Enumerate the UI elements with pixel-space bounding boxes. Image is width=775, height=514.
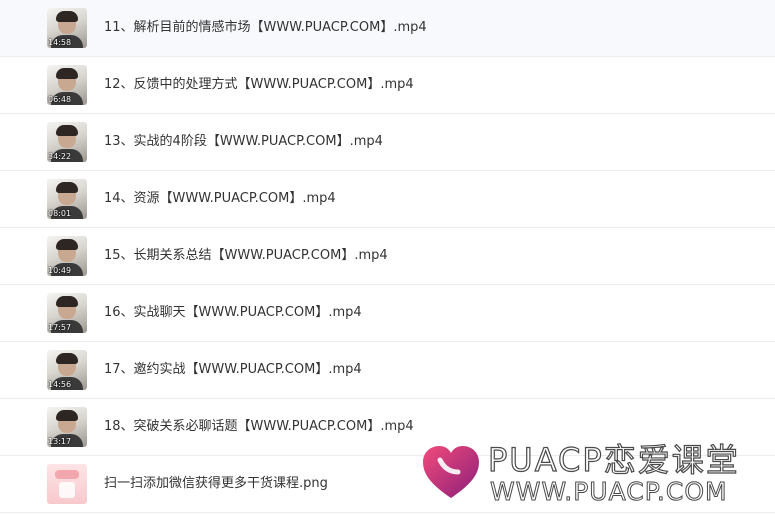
heart-logo-icon: [423, 446, 479, 498]
video-thumbnail[interactable]: 17:57: [47, 293, 87, 333]
file-name[interactable]: 14、资源【WWW.PUACP.COM】.mp4: [104, 190, 336, 208]
file-row[interactable]: 34:22 13、实战的4阶段【WWW.PUACP.COM】.mp4: [0, 114, 775, 171]
file-name[interactable]: 12、反馈中的处理方式【WWW.PUACP.COM】.mp4: [104, 76, 414, 94]
video-thumbnail[interactable]: 34:22: [47, 122, 87, 162]
duration-label: 14:58: [48, 38, 72, 47]
file-name[interactable]: 扫一扫添加微信获得更多干货课程.png: [104, 475, 328, 493]
video-thumbnail[interactable]: 13:17: [47, 407, 87, 447]
video-thumbnail[interactable]: 10:49: [47, 236, 87, 276]
file-name[interactable]: 16、实战聊天【WWW.PUACP.COM】.mp4: [104, 304, 362, 322]
video-thumbnail[interactable]: 06:48: [47, 65, 87, 105]
duration-label: 13:17: [48, 437, 72, 446]
duration-label: 06:48: [48, 95, 72, 104]
file-row[interactable]: 10:49 15、长期关系总结【WWW.PUACP.COM】.mp4: [0, 228, 775, 285]
video-thumbnail[interactable]: 14:56: [47, 350, 87, 390]
duration-label: 08:01: [48, 209, 72, 218]
watermark-title: PUACP恋爱课堂: [487, 441, 740, 479]
file-row[interactable]: 08:01 14、资源【WWW.PUACP.COM】.mp4: [0, 171, 775, 228]
watermark: PUACP恋爱课堂 WWW.PUACP.COM: [420, 441, 765, 508]
video-thumbnail[interactable]: 14:58: [47, 8, 87, 48]
file-name[interactable]: 15、长期关系总结【WWW.PUACP.COM】.mp4: [104, 247, 388, 265]
video-thumbnail[interactable]: 08:01: [47, 179, 87, 219]
image-thumbnail[interactable]: [47, 464, 87, 504]
duration-label: 10:49: [48, 266, 72, 275]
duration-label: 17:57: [48, 323, 72, 332]
file-row[interactable]: 14:56 17、邀约实战【WWW.PUACP.COM】.mp4: [0, 342, 775, 399]
file-list: 14:58 11、解析目前的情感市场【WWW.PUACP.COM】.mp4 06…: [0, 0, 775, 513]
file-name[interactable]: 13、实战的4阶段【WWW.PUACP.COM】.mp4: [104, 133, 383, 151]
duration-label: 34:22: [48, 152, 72, 161]
file-name[interactable]: 11、解析目前的情感市场【WWW.PUACP.COM】.mp4: [104, 19, 427, 37]
duration-label: 14:56: [48, 380, 72, 389]
file-row[interactable]: 17:57 16、实战聊天【WWW.PUACP.COM】.mp4: [0, 285, 775, 342]
file-name[interactable]: 18、突破关系必聊话题【WWW.PUACP.COM】.mp4: [104, 418, 414, 436]
file-row[interactable]: 06:48 12、反馈中的处理方式【WWW.PUACP.COM】.mp4: [0, 57, 775, 114]
file-row[interactable]: 14:58 11、解析目前的情感市场【WWW.PUACP.COM】.mp4: [0, 0, 775, 57]
watermark-url: WWW.PUACP.COM: [490, 477, 728, 506]
file-name[interactable]: 17、邀约实战【WWW.PUACP.COM】.mp4: [104, 361, 362, 379]
